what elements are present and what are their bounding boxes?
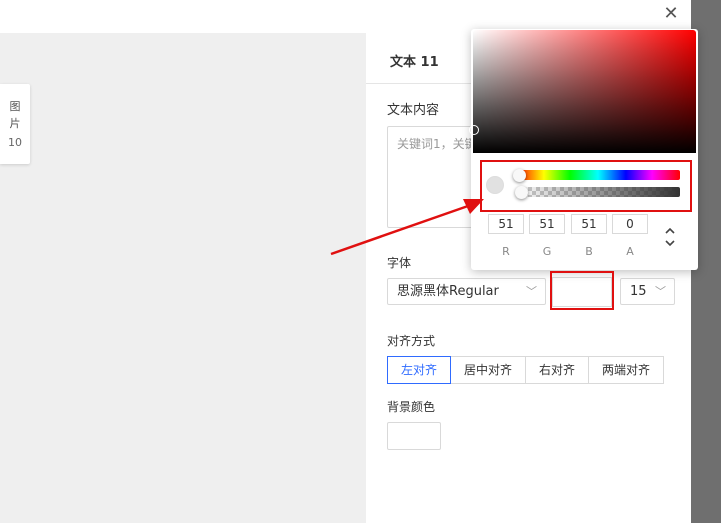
panel-divider [366, 83, 486, 84]
g-input[interactable]: 51 [529, 214, 565, 234]
chevron-down-icon: ﹀ [655, 285, 666, 298]
font-label: 字体 [387, 256, 412, 270]
content-label: 文本内容 [387, 103, 440, 118]
bg-color-swatch[interactable] [387, 422, 441, 450]
align-left-button[interactable]: 左对齐 [387, 356, 451, 384]
canvas-area[interactable]: 图 片 10 [0, 33, 366, 523]
saturation-value-area[interactable] [469, 30, 696, 153]
r-label: R [502, 245, 510, 258]
layer-tab-images[interactable]: 图 片 10 [0, 84, 30, 164]
color-picker: 51 51 51 0 R G B A [469, 29, 698, 270]
chevron-down-icon: ﹀ [526, 285, 537, 298]
layer-tab-count: 10 [8, 136, 22, 149]
b-input[interactable]: 51 [571, 214, 607, 234]
up-down-chevron-icon[interactable] [664, 226, 676, 250]
annotation-box-sliders [480, 160, 692, 212]
font-select[interactable]: 思源黑体Regular ﹀ [387, 278, 546, 305]
font-select-value: 思源黑体Regular [397, 284, 499, 299]
sv-handle[interactable] [469, 125, 479, 135]
align-justify-button[interactable]: 两端对齐 [588, 356, 664, 384]
font-size-value: 15 [630, 284, 647, 299]
font-size-select[interactable]: 15 ﹀ [620, 278, 675, 305]
layer-tab-label-2: 片 [9, 117, 21, 130]
r-input[interactable]: 51 [488, 214, 524, 234]
annotation-box-color [550, 271, 614, 310]
align-right-button[interactable]: 右对齐 [525, 356, 589, 384]
align-center-button[interactable]: 居中对齐 [450, 356, 526, 384]
g-label: G [542, 245, 552, 258]
close-icon[interactable]: ✕ [660, 3, 682, 25]
layer-tab-label-1: 图 [9, 100, 21, 113]
b-label: B [585, 245, 593, 258]
bg-color-label: 背景颜色 [387, 400, 436, 414]
panel-title: 文本 11 [390, 55, 439, 70]
a-input[interactable]: 0 [612, 214, 648, 234]
a-label: A [626, 245, 634, 258]
align-label: 对齐方式 [387, 334, 436, 348]
